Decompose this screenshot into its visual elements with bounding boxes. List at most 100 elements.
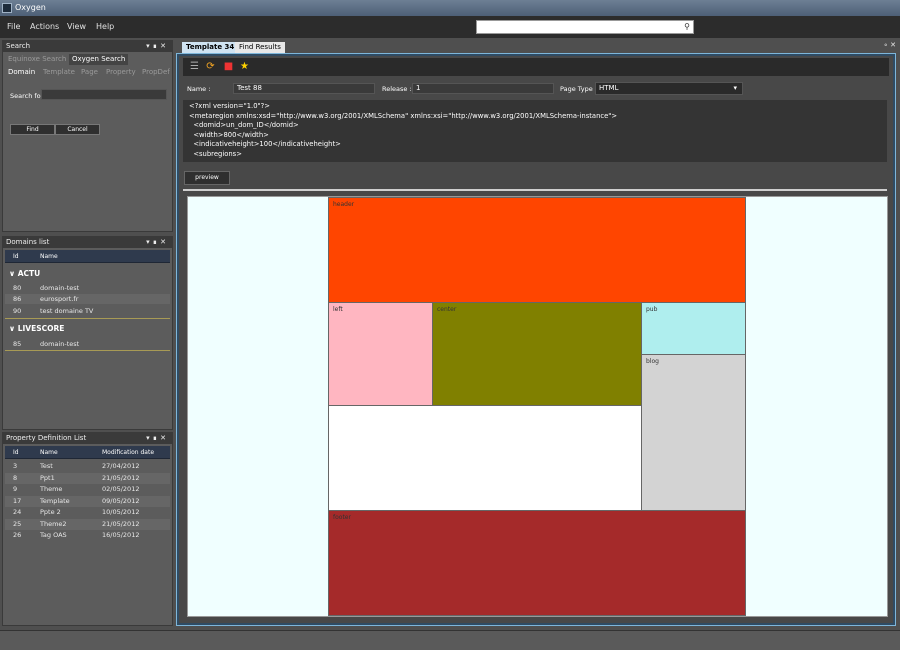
menu-view[interactable]: View xyxy=(67,22,86,31)
region-label: blog xyxy=(646,358,659,365)
panel-controls[interactable]: ▾∎✕ xyxy=(146,237,169,248)
table-row[interactable]: 24 Ppte 2 10/05/2012 xyxy=(5,507,170,518)
row-id: 8 xyxy=(13,473,18,482)
row-name: domain-test xyxy=(40,284,80,292)
region-blog[interactable]: blog xyxy=(641,354,746,511)
row-id: 80 xyxy=(13,284,22,292)
name-label: Name : xyxy=(187,85,211,93)
col-modification-date[interactable]: Modification date xyxy=(102,446,154,459)
menu-actions[interactable]: Actions xyxy=(30,22,59,31)
table-row[interactable]: 90 test domaine TV xyxy=(5,306,170,316)
row-modification-date: 02/05/2012 xyxy=(102,485,140,493)
group-actu[interactable]: ∨ ACTU xyxy=(9,269,40,278)
col-name[interactable]: Name xyxy=(40,250,58,263)
table-row[interactable]: 85 domain-test xyxy=(5,339,170,349)
list-icon[interactable]: ☰ xyxy=(189,61,200,72)
name-field[interactable]: Test 88 xyxy=(233,83,375,94)
title-bar: Oxygen xyxy=(0,0,900,16)
row-name: Tag OAS xyxy=(40,531,67,539)
group-livescore-label: LIVESCORE xyxy=(17,324,65,333)
region-header[interactable]: header xyxy=(328,197,746,303)
subtab-template[interactable]: Template xyxy=(40,67,78,78)
template-editor: ☰ ⟳ ■ ★ Name : Test 88 Release : 1 Page … xyxy=(179,56,893,623)
col-id[interactable]: Id xyxy=(13,250,19,263)
row-name: Ppte 2 xyxy=(40,508,61,516)
tab-oxygen-search[interactable]: Oxygen Search xyxy=(69,54,129,65)
release-field[interactable]: 1 xyxy=(412,83,554,94)
row-modification-date: 10/05/2012 xyxy=(102,508,140,516)
app-icon xyxy=(2,3,12,13)
subtab-domain[interactable]: Domain xyxy=(5,67,39,78)
subtab-propdef[interactable]: PropDef xyxy=(139,67,173,78)
editor-toolbar: ☰ ⟳ ■ ★ xyxy=(183,58,889,76)
tab-find-results[interactable]: Find Results xyxy=(235,42,285,53)
region-footer[interactable]: footer xyxy=(328,510,746,616)
table-row[interactable]: 17 Template 09/05/2012 xyxy=(5,495,170,507)
row-id: 17 xyxy=(13,496,22,505)
group-livescore[interactable]: ∨ LIVESCORE xyxy=(9,324,64,333)
row-id: 3 xyxy=(13,462,18,470)
search-for-input[interactable] xyxy=(41,89,167,100)
props-panel-header: Property Definition List ▾∎✕ xyxy=(3,433,172,444)
region-label: header xyxy=(333,201,355,208)
editor-divider xyxy=(183,189,887,191)
page-type-value: HTML xyxy=(599,84,619,92)
region-label: pub xyxy=(646,306,658,313)
delete-icon[interactable]: ■ xyxy=(223,61,234,72)
panel-controls[interactable]: ▾∎✕ xyxy=(146,41,169,52)
page-type-select[interactable]: HTML ▾ xyxy=(595,82,743,95)
region-label: left xyxy=(333,306,343,313)
page-type-label: Page Type : xyxy=(560,85,597,93)
search-panel-title: Search xyxy=(6,42,31,50)
subtab-page[interactable]: Page xyxy=(78,67,101,78)
region-pub[interactable]: pub xyxy=(641,302,746,355)
main-controls[interactable]: ∘ ✕ xyxy=(884,41,896,49)
row-name: Template xyxy=(40,496,70,505)
group-divider xyxy=(5,318,170,319)
tab-equinoxe-search[interactable]: Equinoxe Search xyxy=(5,54,69,65)
find-button[interactable]: Find xyxy=(10,124,55,135)
xml-editor[interactable]: <?xml version="1.0"?> <metaregion xmlns:… xyxy=(183,100,887,162)
property-definition-panel: Property Definition List ▾∎✕ Id Name Mod… xyxy=(2,432,173,626)
row-id: 25 xyxy=(13,519,22,528)
preview-button[interactable]: preview xyxy=(184,171,230,185)
search-for-label: Search for xyxy=(10,92,44,100)
table-row[interactable]: 86 eurosport.fr xyxy=(5,294,170,304)
panel-controls[interactable]: ▾∎✕ xyxy=(146,433,169,444)
table-row[interactable]: 8 Ppt1 21/05/2012 xyxy=(5,472,170,484)
global-search-input[interactable] xyxy=(477,21,677,33)
release-label: Release : xyxy=(382,85,412,93)
props-column-header: Id Name Modification date xyxy=(5,446,170,459)
table-row[interactable]: 3 Test 27/04/2012 xyxy=(5,461,170,472)
row-name: Ppt1 xyxy=(40,473,55,482)
refresh-icon[interactable]: ⟳ xyxy=(205,61,216,72)
domains-panel-header: Domains list ▾∎✕ xyxy=(3,237,172,248)
region-center[interactable]: center xyxy=(432,302,642,406)
table-row[interactable]: 80 domain-test xyxy=(5,283,170,293)
search-panel-header: Search ▾∎✕ xyxy=(3,41,172,52)
search-panel: Search ▾∎✕ Equinoxe Search Oxygen Search… xyxy=(2,40,173,232)
menu-bar: File Actions View Help xyxy=(0,16,900,38)
props-panel-title: Property Definition List xyxy=(6,434,87,442)
group-divider xyxy=(5,350,170,351)
region-left[interactable]: left xyxy=(328,302,433,406)
menu-file[interactable]: File xyxy=(7,22,20,31)
subtab-property[interactable]: Property xyxy=(103,67,139,78)
table-row[interactable]: 9 Theme 02/05/2012 xyxy=(5,484,170,495)
global-search-box[interactable]: ⚲ xyxy=(476,20,694,34)
col-id[interactable]: Id xyxy=(13,446,19,459)
region-label: footer xyxy=(333,514,351,521)
search-icon[interactable]: ⚲ xyxy=(684,22,690,31)
row-name: domain-test xyxy=(40,340,80,348)
region-label: center xyxy=(437,306,457,313)
cancel-button[interactable]: Cancel xyxy=(55,124,100,135)
table-row[interactable]: 25 Theme2 21/05/2012 xyxy=(5,518,170,530)
row-name: Test xyxy=(40,462,53,470)
menu-help[interactable]: Help xyxy=(96,22,114,31)
favorite-star-icon[interactable]: ★ xyxy=(239,61,250,72)
table-row[interactable]: 26 Tag OAS 16/05/2012 xyxy=(5,530,170,541)
template-editor-frame: ☰ ⟳ ■ ★ Name : Test 88 Release : 1 Page … xyxy=(176,53,896,626)
col-name[interactable]: Name xyxy=(40,446,58,459)
tab-template-34[interactable]: Template 34 xyxy=(182,42,239,53)
region-empty[interactable] xyxy=(328,405,642,511)
